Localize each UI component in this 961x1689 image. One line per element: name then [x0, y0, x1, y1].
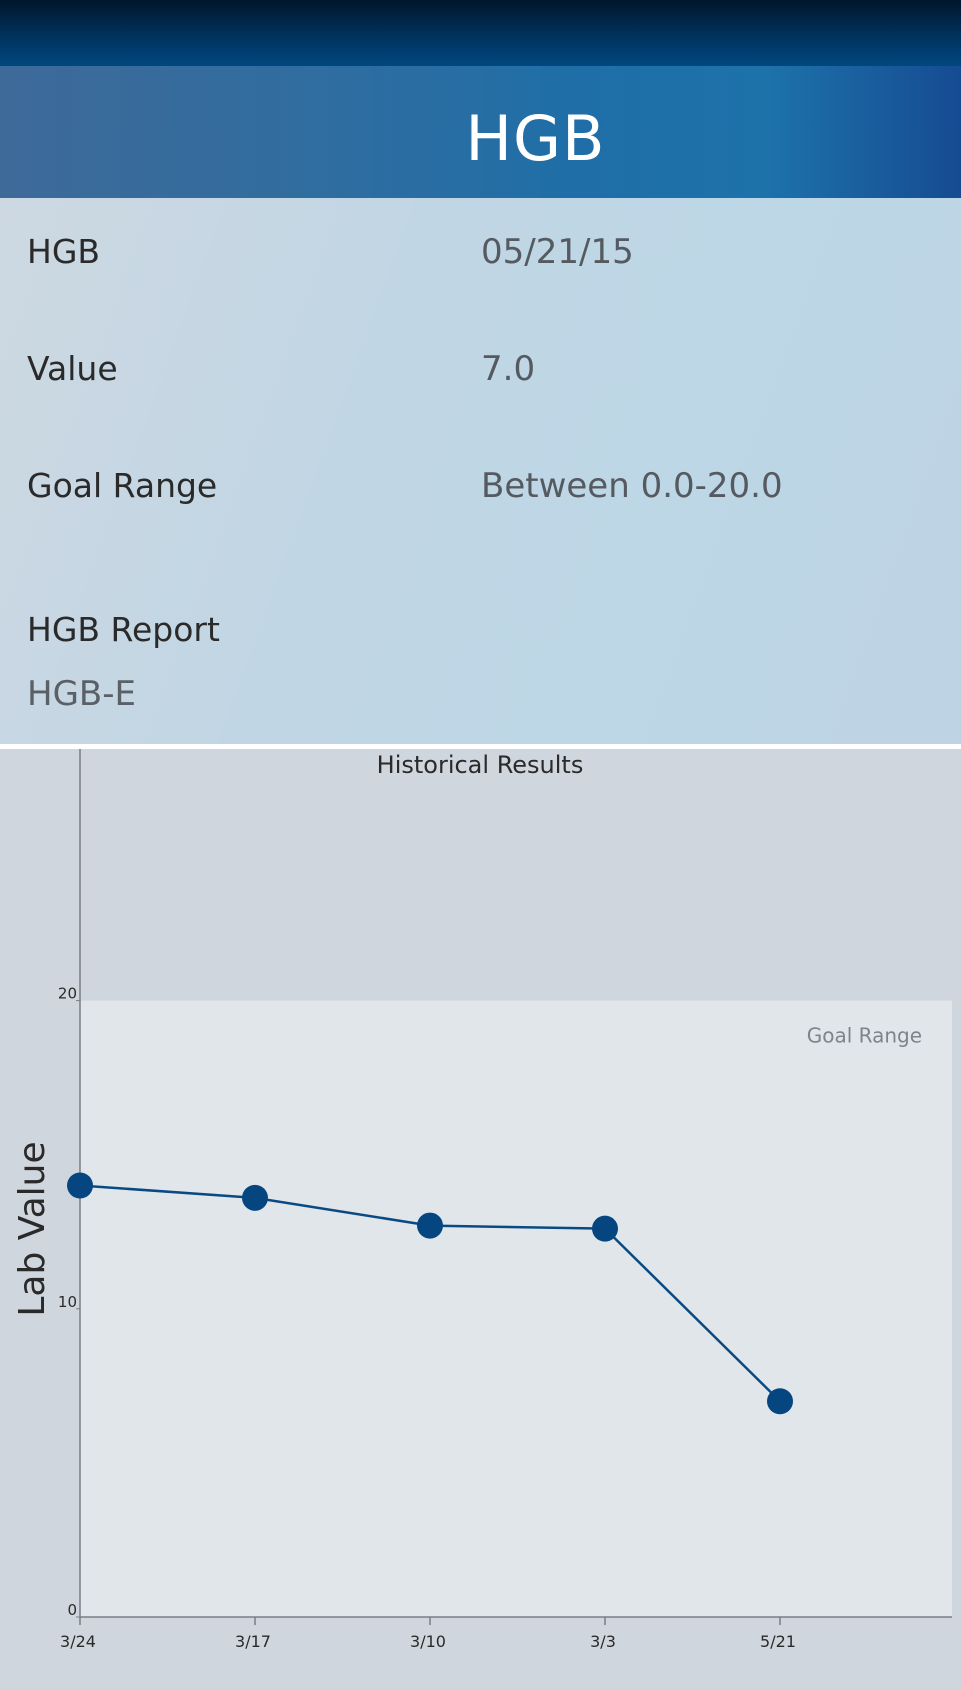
goal-range-band	[80, 1000, 952, 1617]
goal-range-label: Goal Range	[27, 466, 218, 505]
x-tick-label: 3/24	[60, 1632, 96, 1651]
y-tick-label: 10	[58, 1293, 77, 1311]
app-bar: HGB	[0, 66, 961, 198]
status-bar	[0, 0, 961, 66]
data-point	[417, 1212, 443, 1239]
x-tick-label: 3/3	[590, 1632, 616, 1651]
chart-title: Historical Results	[377, 751, 584, 779]
y-tick-label: 0	[67, 1601, 77, 1619]
data-point	[592, 1215, 618, 1242]
y-tick-label: 20	[58, 985, 77, 1003]
x-tick-label: 3/17	[235, 1632, 271, 1651]
x-tick-label: 5/21	[760, 1632, 796, 1651]
historical-chart: Historical Results Lab Value Goal Range 0…	[0, 749, 961, 1689]
y-axis-label: Lab Value	[12, 1141, 53, 1316]
test-date-value: 05/21/15	[481, 232, 634, 272]
test-name-label: HGB	[27, 232, 101, 271]
data-point	[67, 1172, 93, 1199]
report-label: HGB Report	[27, 610, 220, 649]
data-point	[767, 1388, 793, 1415]
value-value: 7.0	[481, 349, 536, 389]
data-point	[242, 1184, 268, 1211]
chart-svg: Historical Results Lab Value Goal Range 0…	[12, 749, 952, 1651]
goal-range-value: Between 0.0-20.0	[481, 466, 783, 506]
page-title: HGB	[465, 102, 606, 175]
value-label: Value	[27, 349, 118, 388]
x-tick-label: 3/10	[410, 1632, 446, 1651]
lab-detail-panel: HGB 05/21/15 Value 7.0 Goal Range Betwee…	[0, 198, 961, 744]
report-name: HGB-E	[27, 674, 136, 714]
goal-range-label: Goal Range	[807, 1024, 922, 1048]
